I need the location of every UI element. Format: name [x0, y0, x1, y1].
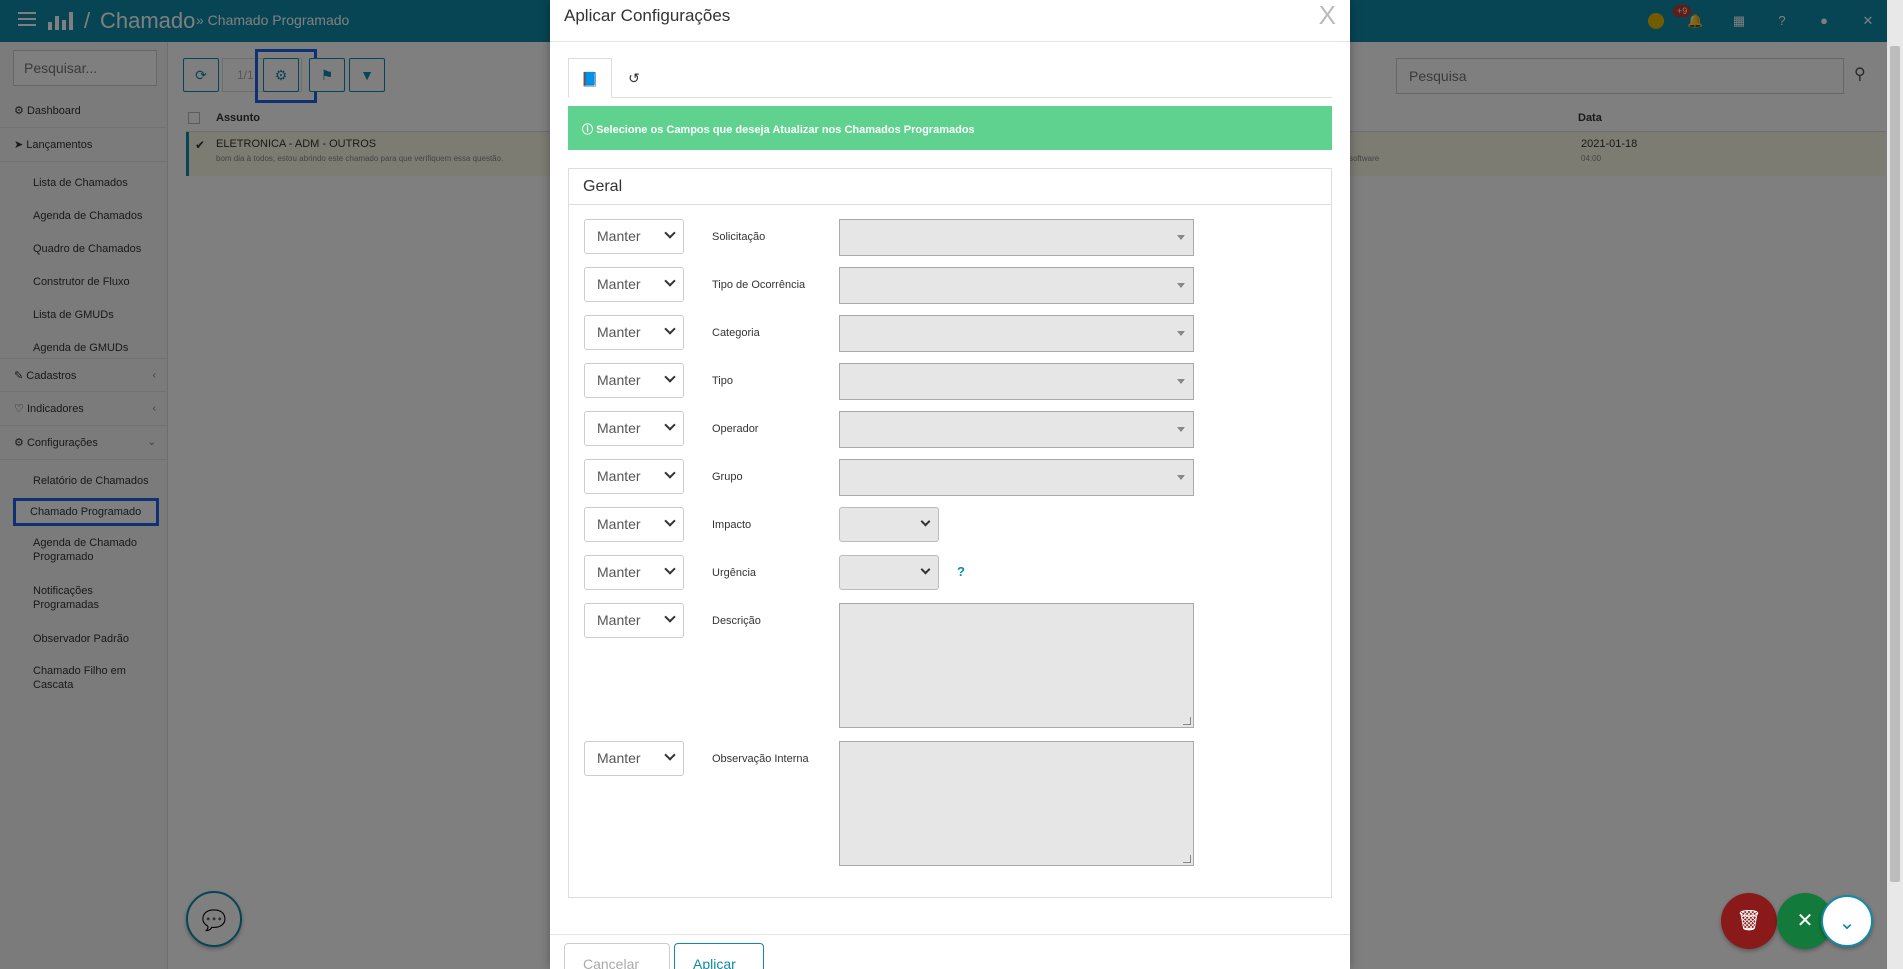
tipo-combo[interactable] — [839, 363, 1194, 400]
field-label: Operador — [712, 423, 759, 435]
field-label: Tipo de Ocorrência — [712, 279, 806, 291]
descricao-textarea[interactable] — [839, 603, 1194, 728]
keep-select-value: Manter — [597, 372, 641, 388]
chevron-down-icon — [664, 515, 676, 527]
close-icon[interactable]: X — [1319, 0, 1336, 31]
info-icon: ⓘ — [582, 124, 593, 136]
chevron-down-icon — [664, 275, 676, 287]
chevron-down-icon — [664, 227, 676, 239]
field-label: Observação Interna — [712, 753, 809, 765]
grupo-combo[interactable] — [839, 459, 1194, 496]
chevron-down-icon — [664, 371, 676, 383]
field-label: Impacto — [712, 519, 752, 531]
book-icon: 📘 — [581, 71, 599, 87]
caret-down-icon — [1177, 283, 1185, 288]
help-icon[interactable]: ? — [957, 564, 965, 579]
panel-title: Geral — [583, 178, 623, 195]
caret-down-icon — [1177, 427, 1185, 432]
keep-select-value: Manter — [597, 468, 641, 484]
caret-down-icon — [1177, 331, 1185, 336]
history-icon: ↺ — [628, 70, 640, 86]
field-label: Tipo — [712, 375, 733, 387]
apply-button[interactable]: Aplicar — [674, 943, 764, 969]
panel-header: Geral — [569, 169, 1331, 205]
keep-select[interactable]: Manter — [584, 507, 684, 542]
page-scrollbar[interactable] — [1887, 0, 1903, 969]
modal-tabs: 📘 ↺ — [568, 58, 1332, 98]
field-label: Categoria — [712, 327, 760, 339]
tipo-ocorrencia-combo[interactable] — [839, 267, 1194, 304]
keep-select[interactable]: Manter — [584, 411, 684, 446]
chevron-down-icon — [664, 323, 676, 335]
caret-down-icon — [1177, 235, 1185, 240]
apply-settings-modal: Aplicar Configurações X 📘 ↺ ⓘ Selecione … — [550, 0, 1350, 969]
keep-select[interactable]: Manter — [584, 741, 684, 776]
urgencia-select[interactable] — [839, 555, 939, 590]
modal-title: Aplicar Configurações — [564, 6, 731, 25]
keep-select-value: Manter — [597, 750, 641, 766]
field-label: Grupo — [712, 471, 743, 483]
keep-select-value: Manter — [597, 420, 641, 436]
chevron-down-icon — [664, 563, 676, 575]
keep-select[interactable]: Manter — [584, 267, 684, 302]
resize-grip-icon[interactable] — [1183, 717, 1191, 725]
info-alert: ⓘ Selecione os Campos que deseja Atualiz… — [568, 106, 1332, 150]
keep-select[interactable]: Manter — [584, 459, 684, 494]
observacao-interna-textarea[interactable] — [839, 741, 1194, 866]
resize-grip-icon[interactable] — [1183, 855, 1191, 863]
tab-history[interactable]: ↺ — [612, 58, 656, 98]
categoria-combo[interactable] — [839, 315, 1194, 352]
chevron-down-fab-button[interactable]: ⌄ — [1821, 895, 1873, 947]
scrollbar-thumb[interactable] — [1890, 46, 1900, 882]
keep-select-value: Manter — [597, 516, 641, 532]
chevron-down-icon — [664, 419, 676, 431]
keep-select-value: Manter — [597, 276, 641, 292]
keep-select[interactable]: Manter — [584, 555, 684, 590]
operador-combo[interactable] — [839, 411, 1194, 448]
chevron-down-icon — [920, 516, 931, 527]
tab-document[interactable]: 📘 — [568, 58, 612, 98]
keep-select-value: Manter — [597, 564, 641, 580]
field-label: Descrição — [712, 615, 761, 627]
general-panel: Geral Manter Solicitação Manter Tipo de … — [568, 168, 1332, 898]
modal-footer: Cancelar Aplicar — [550, 934, 1350, 969]
keep-select-value: Manter — [597, 612, 641, 628]
modal-header: Aplicar Configurações X — [550, 0, 1350, 42]
cancel-button[interactable]: Cancelar — [564, 943, 670, 969]
solicitacao-combo[interactable] — [839, 219, 1194, 256]
keep-select[interactable]: Manter — [584, 603, 684, 638]
keep-select[interactable]: Manter — [584, 219, 684, 254]
keep-select-value: Manter — [597, 324, 641, 340]
chevron-down-icon — [664, 611, 676, 623]
caret-down-icon — [1177, 379, 1185, 384]
alert-text: Selecione os Campos que deseja Atualizar… — [596, 124, 975, 136]
caret-down-icon — [1177, 475, 1185, 480]
delete-button[interactable]: 🗑 — [1721, 893, 1777, 949]
chevron-down-icon — [664, 749, 676, 761]
field-label: Solicitação — [712, 231, 766, 243]
chevron-down-icon — [920, 564, 931, 575]
field-label: Urgência — [712, 567, 757, 579]
chevron-down-icon — [664, 467, 676, 479]
impacto-select[interactable] — [839, 507, 939, 542]
keep-select[interactable]: Manter — [584, 363, 684, 398]
keep-select[interactable]: Manter — [584, 315, 684, 350]
keep-select-value: Manter — [597, 228, 641, 244]
